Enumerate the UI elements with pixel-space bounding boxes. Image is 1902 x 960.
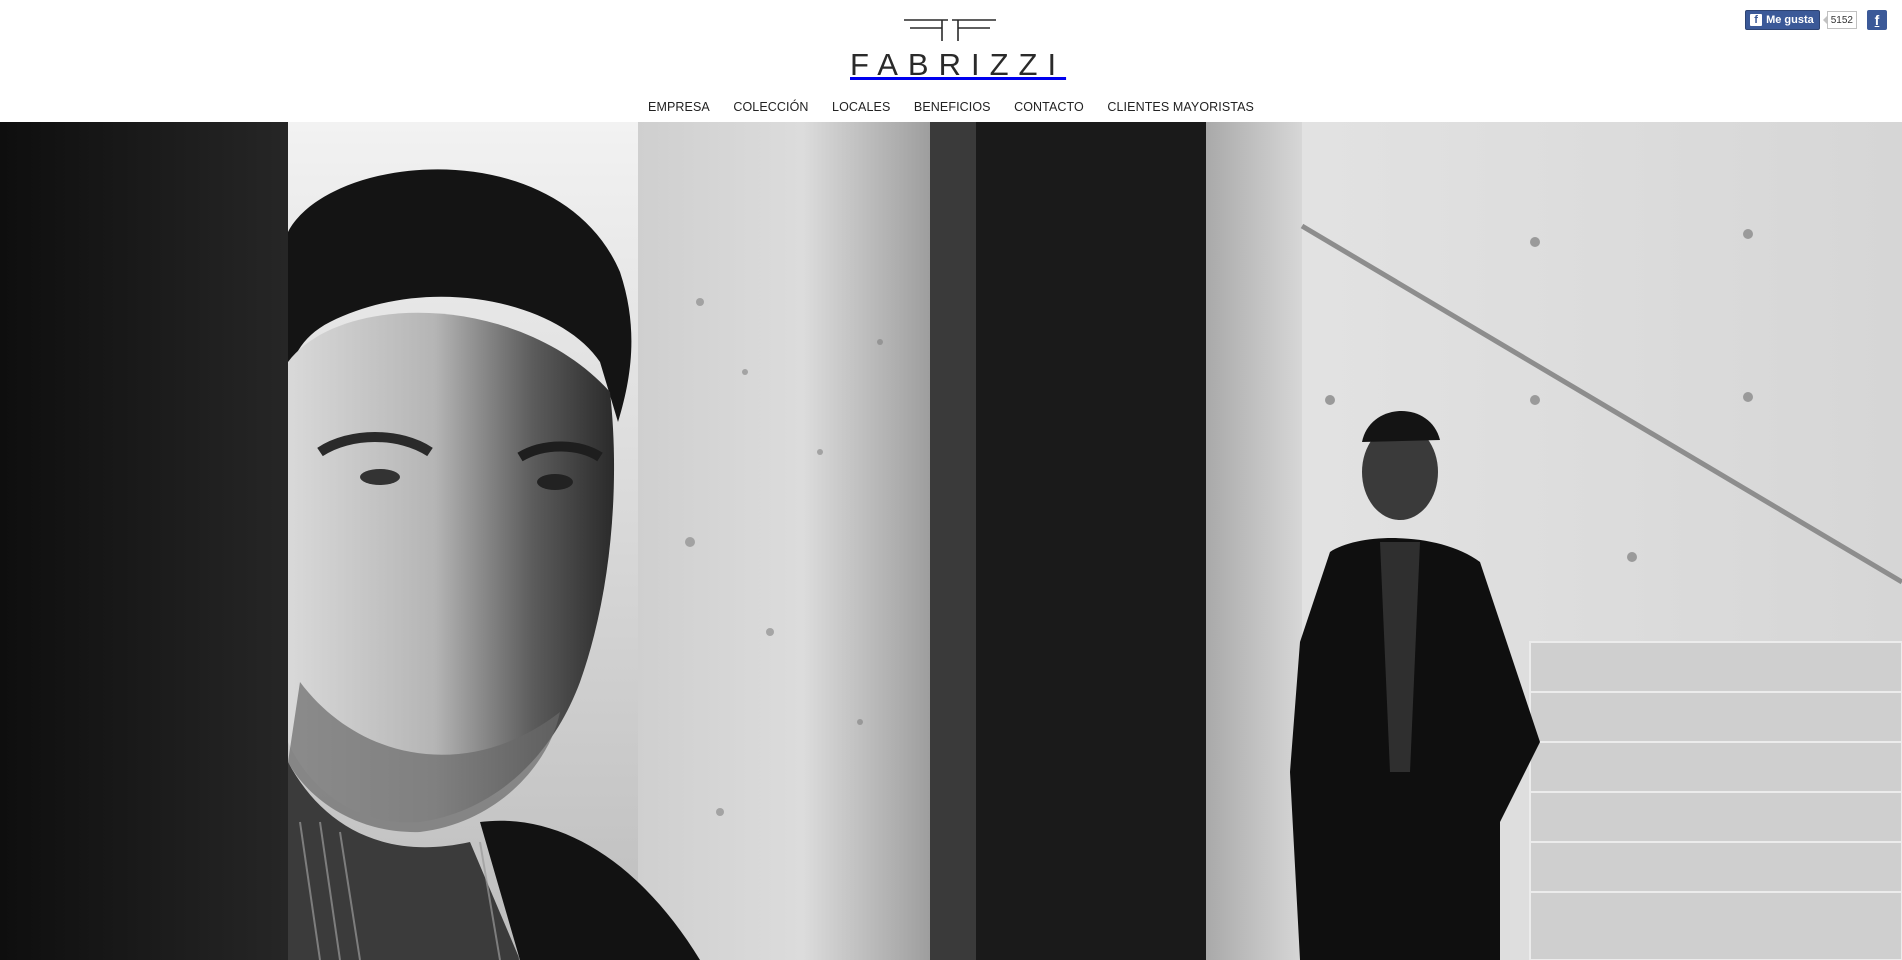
hero-banner (0, 122, 1902, 960)
nav-item-empresa[interactable]: EMPRESA (648, 100, 710, 114)
facebook-icon: f (1750, 14, 1763, 26)
facebook-like-count: 5152 (1822, 11, 1857, 29)
hero-photo (0, 122, 1902, 960)
nav-item-clientes-mayoristas[interactable]: CLIENTES MAYORISTAS (1107, 100, 1254, 114)
brand-logo[interactable]: FABRIZZI (840, 18, 1060, 84)
nav-item-coleccion[interactable]: COLECCIÓN (733, 100, 808, 114)
facebook-like-label: Me gusta (1766, 14, 1814, 26)
brand-name: FABRIZZI (850, 47, 1067, 82)
nav-item-contacto[interactable]: CONTACTO (1014, 100, 1084, 114)
facebook-widget: f Me gusta 5152 f (1745, 10, 1887, 30)
facebook-page-icon: f (1874, 12, 1880, 28)
nav-item-locales[interactable]: LOCALES (832, 100, 890, 114)
nav-item-beneficios[interactable]: BENEFICIOS (914, 100, 991, 114)
ff-monogram-icon (904, 19, 996, 41)
main-navigation: EMPRESA COLECCIÓN LOCALES BENEFICIOS CON… (0, 100, 1902, 114)
site-header: FABRIZZI EMPRESA COLECCIÓN LOCALES BENEF… (0, 0, 1902, 122)
facebook-like-button[interactable]: f Me gusta (1745, 10, 1820, 30)
facebook-page-link[interactable]: f (1867, 10, 1887, 30)
